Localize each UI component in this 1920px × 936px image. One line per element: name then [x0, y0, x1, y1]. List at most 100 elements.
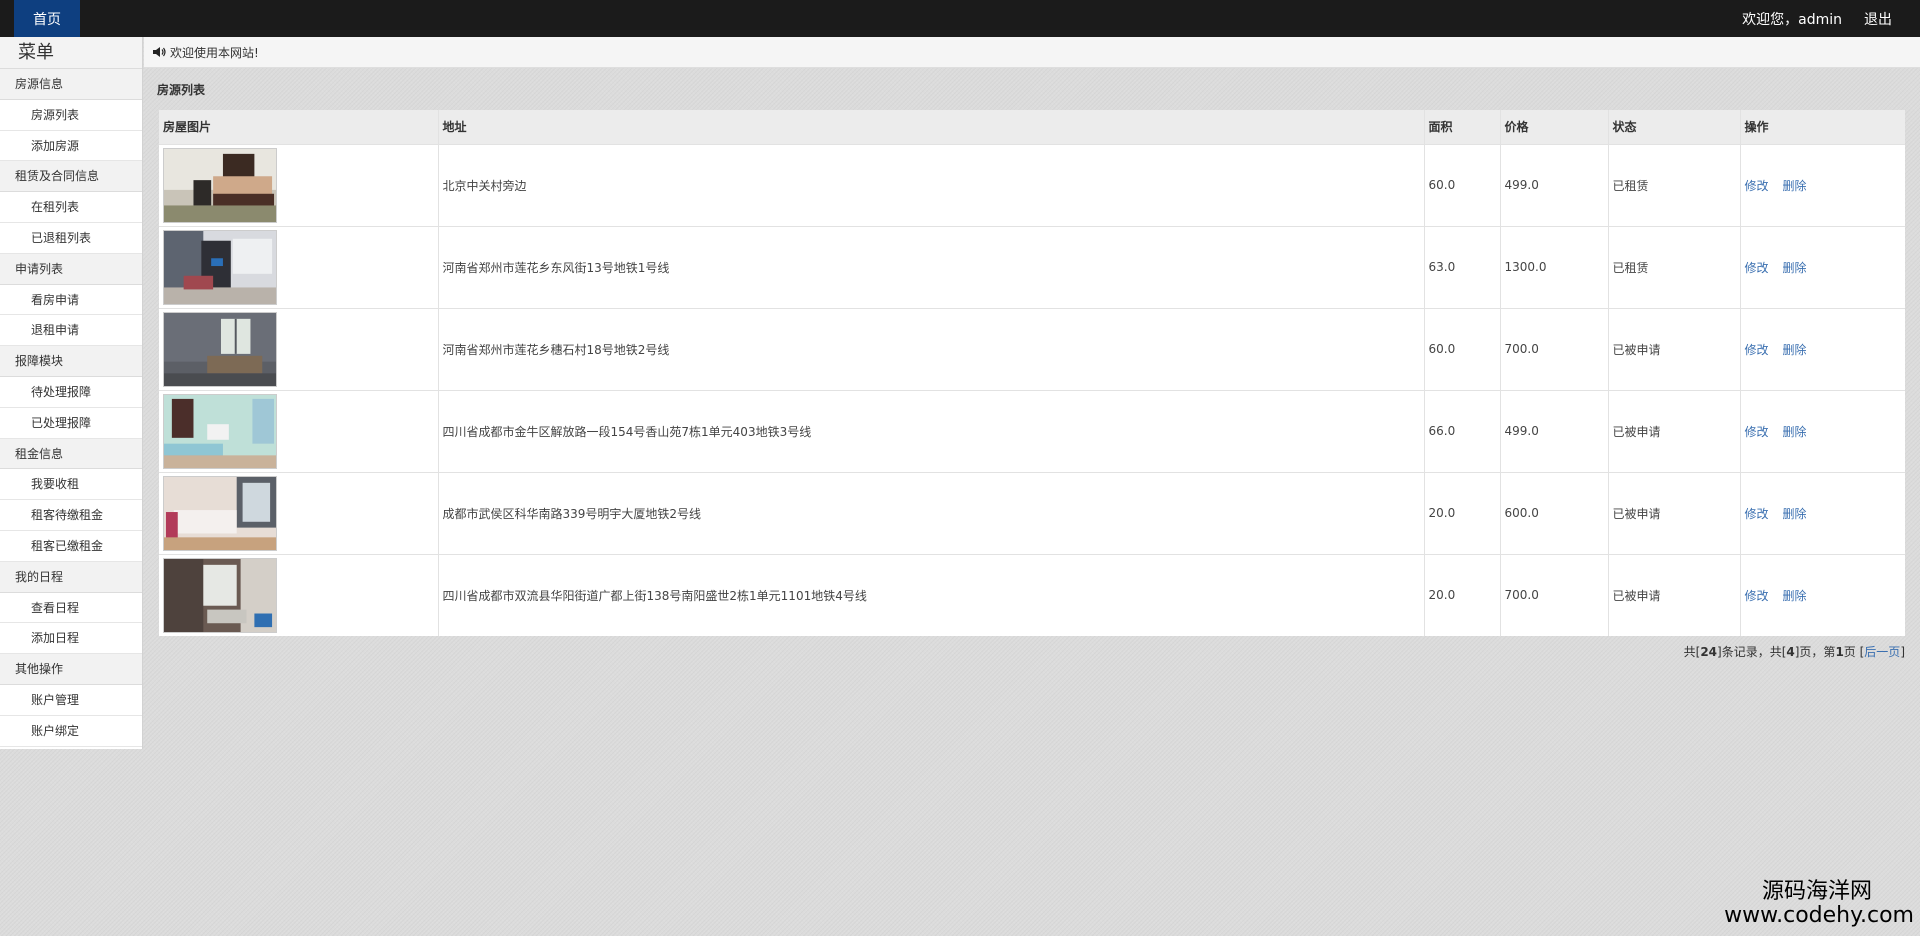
delete-link[interactable]: 删除 — [1783, 423, 1807, 440]
table-row: 四川省成都市双流县华阳街道广都上街138号南阳盛世2栋1单元1101地铁4号线 … — [159, 553, 1906, 636]
next-page-link[interactable]: 后一页 — [1864, 645, 1900, 659]
speaker-icon — [153, 47, 166, 57]
status-cell: 已被申请 — [1608, 389, 1741, 472]
edit-link[interactable]: 修改 — [1745, 341, 1769, 358]
welcome-bar: 欢迎使用本网站! — [144, 37, 1920, 68]
total-records: 24 — [1700, 645, 1718, 659]
menu-item-pending-repairs[interactable]: 待处理报障 — [0, 376, 142, 408]
menu-item-view-schedule[interactable]: 查看日程 — [0, 592, 142, 624]
edit-link[interactable]: 修改 — [1745, 423, 1769, 440]
menu-item-add-listing[interactable]: 添加房源 — [0, 130, 142, 162]
col-header-photo: 房屋图片 — [159, 110, 439, 144]
col-header-actions: 操作 — [1740, 110, 1905, 144]
menu-group-requests: 申请列表 — [0, 253, 142, 285]
menu-group-schedule: 我的日程 — [0, 561, 142, 593]
delete-link[interactable]: 删除 — [1783, 587, 1807, 604]
row-actions: 修改 删除 — [1745, 423, 1906, 440]
status-cell: 已被申请 — [1608, 307, 1741, 390]
row-actions: 修改 删除 — [1745, 505, 1906, 522]
row-actions: 修改 删除 — [1745, 341, 1906, 358]
area-cell: 60.0 — [1424, 143, 1501, 226]
pager-text: 页 [ — [1843, 645, 1865, 659]
logout-link[interactable]: 退出 — [1864, 9, 1892, 29]
current-page: 1 — [1835, 645, 1844, 659]
menu-item-collect-rent[interactable]: 我要收租 — [0, 469, 142, 501]
price-cell: 499.0 — [1500, 143, 1609, 226]
house-photo[interactable] — [163, 230, 277, 305]
address-cell: 北京中关村旁边 — [438, 143, 1425, 226]
address-cell: 四川省成都市金牛区解放路一段154号香山苑7栋1单元403地铁3号线 — [438, 389, 1425, 472]
menu-group-rent: 租金信息 — [0, 438, 142, 470]
house-photo[interactable] — [163, 148, 277, 223]
price-cell: 700.0 — [1500, 553, 1609, 636]
edit-link[interactable]: 修改 — [1745, 259, 1769, 276]
pagination: 共[24]条记录，共[4]页，第1页 [后一页] — [1684, 643, 1905, 660]
house-photo[interactable] — [163, 394, 277, 469]
table-row: 成都市武侯区科华南路339号明宇大厦地铁2号线 20.0 600.0 已被申请 … — [159, 471, 1906, 554]
menu-item-account-management[interactable]: 账户管理 — [0, 684, 142, 716]
menu-group-leases: 租赁及合同信息 — [0, 161, 142, 193]
delete-link[interactable]: 删除 — [1783, 505, 1807, 522]
pager-text: ] — [1900, 645, 1905, 659]
delete-link[interactable]: 删除 — [1783, 259, 1807, 276]
edit-link[interactable]: 修改 — [1745, 587, 1769, 604]
delete-link[interactable]: 删除 — [1783, 341, 1807, 358]
table-row: 河南省郑州市莲花乡穗石村18号地铁2号线 60.0 700.0 已被申请 修改 … — [159, 307, 1906, 390]
price-cell: 700.0 — [1500, 307, 1609, 390]
menu-item-listing-list[interactable]: 房源列表 — [0, 99, 142, 131]
top-navbar: 首页 欢迎您，admin 退出 — [0, 0, 1920, 37]
table-row: 北京中关村旁边 60.0 499.0 已租赁 修改 删除 — [159, 143, 1906, 226]
menu-group-listings: 房源信息 — [0, 69, 142, 100]
sidebar-menu: 菜单 房源信息 房源列表 添加房源 租赁及合同信息 在租列表 已退租列表 申请列… — [0, 37, 143, 749]
menu-item-ended-leases[interactable]: 已退租列表 — [0, 222, 142, 254]
area-cell: 63.0 — [1424, 225, 1501, 308]
menu-title: 菜单 — [0, 37, 142, 69]
home-button[interactable]: 首页 — [14, 0, 80, 37]
menu-item-termination-requests[interactable]: 退租申请 — [0, 315, 142, 347]
col-header-price: 价格 — [1500, 110, 1609, 144]
menu-item-active-leases[interactable]: 在租列表 — [0, 192, 142, 223]
address-cell: 河南省郑州市莲花乡穗石村18号地铁2号线 — [438, 307, 1425, 390]
area-cell: 20.0 — [1424, 471, 1501, 554]
house-photo[interactable] — [163, 558, 277, 634]
watermark-line2: www.codehy.com — [1724, 903, 1914, 928]
area-cell: 60.0 — [1424, 307, 1501, 390]
house-photo[interactable] — [163, 312, 277, 387]
col-header-area: 面积 — [1424, 110, 1501, 144]
edit-link[interactable]: 修改 — [1745, 177, 1769, 194]
page-title: 房源列表 — [157, 83, 206, 97]
address-cell: 成都市武侯区科华南路339号明宇大厦地铁2号线 — [438, 471, 1425, 554]
menu-item-rent-paid[interactable]: 租客已缴租金 — [0, 530, 142, 562]
price-cell: 1300.0 — [1500, 225, 1609, 308]
menu-item-add-schedule[interactable]: 添加日程 — [0, 623, 142, 655]
watermark-line1: 源码海洋网 — [1761, 879, 1872, 904]
menu-item-viewing-requests[interactable]: 看房申请 — [0, 284, 142, 316]
status-cell: 已被申请 — [1608, 553, 1741, 636]
menu-item-account-binding[interactable]: 账户绑定 — [0, 715, 142, 747]
welcome-text: 欢迎使用本网站! — [170, 45, 259, 60]
user-area: 欢迎您，admin 退出 — [1742, 0, 1892, 37]
greeting-text: 欢迎您，admin — [1742, 11, 1842, 28]
status-cell: 已租赁 — [1608, 225, 1741, 308]
menu-group-repairs: 报障模块 — [0, 346, 142, 377]
row-actions: 修改 删除 — [1745, 177, 1906, 194]
house-photo[interactable] — [163, 476, 277, 551]
watermark: 源码海洋网 www.codehy.com — [1724, 880, 1914, 928]
menu-item-rent-due[interactable]: 租客待缴租金 — [0, 500, 142, 531]
area-cell: 66.0 — [1424, 389, 1501, 472]
row-actions: 修改 删除 — [1745, 259, 1906, 276]
table-row: 四川省成都市金牛区解放路一段154号香山苑7栋1单元403地铁3号线 66.0 … — [159, 389, 1906, 472]
row-actions: 修改 删除 — [1745, 587, 1906, 604]
address-cell: 四川省成都市双流县华阳街道广都上街138号南阳盛世2栋1单元1101地铁4号线 — [438, 553, 1425, 636]
menu-item-handled-repairs[interactable]: 已处理报障 — [0, 407, 142, 439]
pager-text: ]页，第 — [1794, 645, 1836, 659]
delete-link[interactable]: 删除 — [1783, 177, 1807, 194]
edit-link[interactable]: 修改 — [1745, 505, 1769, 522]
address-cell: 河南省郑州市莲花乡东风街13号地铁1号线 — [438, 225, 1425, 308]
status-cell: 已被申请 — [1608, 471, 1741, 554]
area-cell: 20.0 — [1424, 553, 1501, 636]
status-cell: 已租赁 — [1608, 143, 1741, 226]
col-header-status: 状态 — [1608, 110, 1741, 144]
pager-text: 共[ — [1683, 645, 1701, 659]
listings-table: 房屋图片 地址 面积 价格 状态 操作 北京中关村旁边 60.0 499.0 已… — [159, 110, 1905, 636]
